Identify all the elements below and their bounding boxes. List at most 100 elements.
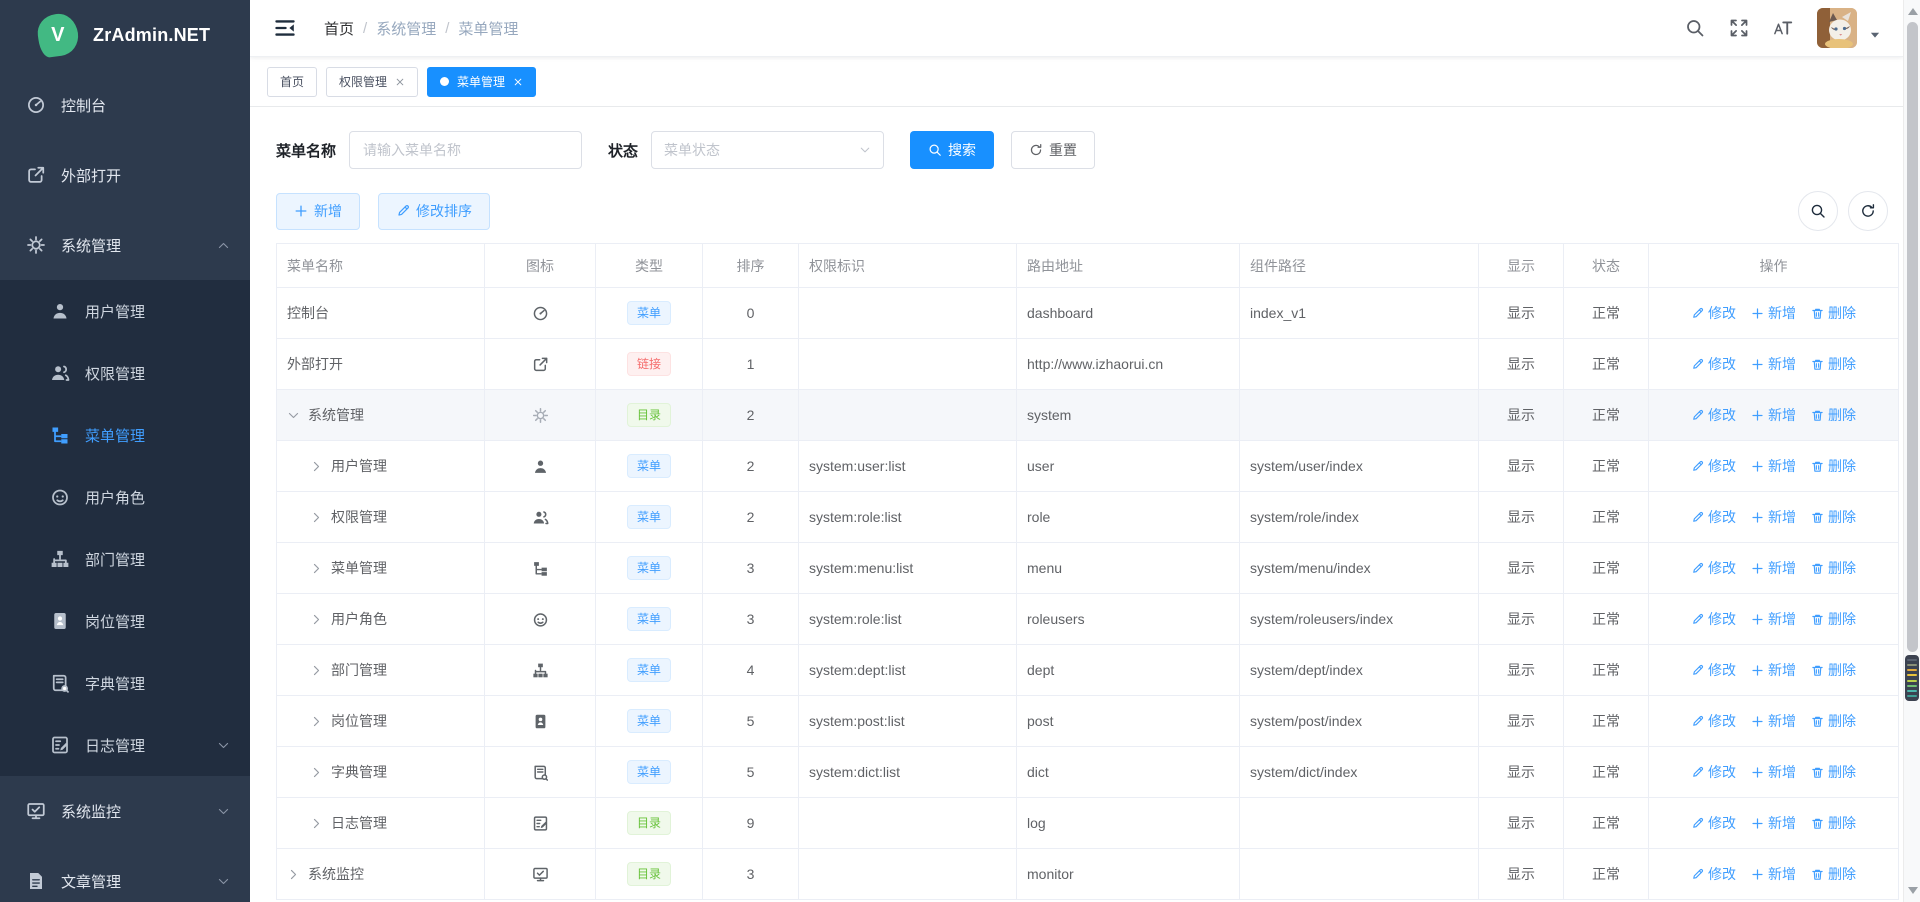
- caret-down-icon[interactable]: [1869, 29, 1881, 41]
- add-action[interactable]: 新增: [1751, 507, 1796, 527]
- sidebar-item-7[interactable]: 部门管理: [0, 528, 250, 590]
- add-action[interactable]: 新增: [1751, 354, 1796, 374]
- sidebar-item-9[interactable]: 字典管理: [0, 652, 250, 714]
- menu-name-input[interactable]: [349, 131, 582, 169]
- edit-action[interactable]: 修改: [1691, 762, 1736, 782]
- refresh-button[interactable]: [1848, 191, 1888, 231]
- delete-action[interactable]: 删除: [1811, 507, 1856, 527]
- table-row[interactable]: 部门管理菜单4system:dept:listdeptsystem/dept/i…: [277, 645, 1899, 696]
- sidebar-item-1[interactable]: 外部打开: [0, 140, 250, 210]
- sidebar-item-10[interactable]: 日志管理: [0, 714, 250, 776]
- table-row[interactable]: 字典管理菜单5system:dict:listdictsystem/dict/i…: [277, 747, 1899, 798]
- add-action[interactable]: 新增: [1751, 456, 1796, 476]
- sidebar-item-2[interactable]: 系统管理: [0, 210, 250, 280]
- delete-action[interactable]: 删除: [1811, 456, 1856, 476]
- delete-action[interactable]: 删除: [1811, 405, 1856, 425]
- edit-action[interactable]: 修改: [1691, 456, 1736, 476]
- edit-action[interactable]: 修改: [1691, 864, 1736, 884]
- edit-action[interactable]: 修改: [1691, 558, 1736, 578]
- expand-right-icon[interactable]: [310, 511, 323, 524]
- tab-菜单管理[interactable]: 菜单管理: [427, 67, 536, 97]
- sidebar-item-3[interactable]: 用户管理: [0, 280, 250, 342]
- sidebar-item-8[interactable]: 岗位管理: [0, 590, 250, 652]
- sidebar-item-4[interactable]: 权限管理: [0, 342, 250, 404]
- add-button[interactable]: 新增: [276, 193, 360, 230]
- table-row[interactable]: 系统管理目录2system显示正常修改新增删除: [277, 390, 1899, 441]
- expand-right-icon[interactable]: [310, 664, 323, 677]
- expand-right-icon[interactable]: [287, 868, 300, 881]
- delete-action[interactable]: 删除: [1811, 609, 1856, 629]
- sidebar-item-12[interactable]: 文章管理: [0, 846, 250, 902]
- tab-close-icon[interactable]: [395, 77, 405, 87]
- table-row[interactable]: 菜单管理菜单3system:menu:listmenusystem/menu/i…: [277, 543, 1899, 594]
- table-row[interactable]: 岗位管理菜单5system:post:listpostsystem/post/i…: [277, 696, 1899, 747]
- status-select[interactable]: 菜单状态: [651, 131, 884, 169]
- add-action[interactable]: 新增: [1751, 609, 1796, 629]
- table-row[interactable]: 日志管理目录9log显示正常修改新增删除: [277, 798, 1899, 849]
- sidebar-item-5[interactable]: 菜单管理: [0, 404, 250, 466]
- scrollbar-thumb[interactable]: [1907, 22, 1918, 652]
- sidebar-item-11[interactable]: 系统监控: [0, 776, 250, 846]
- expand-right-icon[interactable]: [310, 562, 323, 575]
- add-action[interactable]: 新增: [1751, 558, 1796, 578]
- add-action[interactable]: 新增: [1751, 303, 1796, 323]
- expand-down-icon[interactable]: [287, 409, 300, 422]
- edit-action[interactable]: 修改: [1691, 405, 1736, 425]
- edit-action[interactable]: 修改: [1691, 813, 1736, 833]
- tab-label: 菜单管理: [457, 73, 505, 90]
- breadcrumb-item[interactable]: 系统管理: [376, 18, 436, 39]
- search-button[interactable]: 搜索: [910, 131, 994, 169]
- sort-edit-button[interactable]: 修改排序: [378, 193, 490, 230]
- delete-action[interactable]: 删除: [1811, 303, 1856, 323]
- table-row[interactable]: 外部打开链接1http://www.izhaorui.cn显示正常修改新增删除: [277, 339, 1899, 390]
- sidebar-item-6[interactable]: 用户角色: [0, 466, 250, 528]
- expand-right-icon[interactable]: [310, 766, 323, 779]
- expand-right-icon[interactable]: [310, 460, 323, 473]
- search-icon[interactable]: [1685, 18, 1705, 38]
- user-menu[interactable]: [1817, 8, 1881, 48]
- scrollbar-down-arrow[interactable]: [1908, 887, 1918, 894]
- add-action[interactable]: 新增: [1751, 711, 1796, 731]
- reset-button[interactable]: 重置: [1011, 131, 1095, 169]
- delete-action[interactable]: 删除: [1811, 813, 1856, 833]
- fullscreen-icon[interactable]: [1729, 18, 1749, 38]
- add-action[interactable]: 新增: [1751, 864, 1796, 884]
- delete-action[interactable]: 删除: [1811, 711, 1856, 731]
- table-row[interactable]: 用户角色菜单3system:role:listroleuserssystem/r…: [277, 594, 1899, 645]
- delete-action[interactable]: 删除: [1811, 660, 1856, 680]
- edit-action[interactable]: 修改: [1691, 303, 1736, 323]
- table-row[interactable]: 控制台菜单0dashboardindex_v1显示正常修改新增删除: [277, 288, 1899, 339]
- delete-action[interactable]: 删除: [1811, 354, 1856, 374]
- add-action[interactable]: 新增: [1751, 762, 1796, 782]
- edit-action[interactable]: 修改: [1691, 354, 1736, 374]
- edit-action[interactable]: 修改: [1691, 711, 1736, 731]
- toggle-search-button[interactable]: [1798, 191, 1838, 231]
- edit-action[interactable]: 修改: [1691, 507, 1736, 527]
- font-size-icon[interactable]: [1773, 18, 1793, 38]
- edit-action[interactable]: 修改: [1691, 660, 1736, 680]
- expand-right-icon[interactable]: [310, 613, 323, 626]
- breadcrumb-item[interactable]: 首页: [324, 18, 354, 39]
- delete-action[interactable]: 删除: [1811, 558, 1856, 578]
- menu-fold-icon[interactable]: [274, 17, 296, 39]
- dashboard-icon: [26, 95, 46, 115]
- table-row[interactable]: 用户管理菜单2system:user:listusersystem/user/i…: [277, 441, 1899, 492]
- tab-close-icon[interactable]: [513, 77, 523, 87]
- tab-权限管理[interactable]: 权限管理: [326, 67, 418, 97]
- expand-right-icon[interactable]: [310, 715, 323, 728]
- avatar[interactable]: [1817, 8, 1857, 48]
- expand-right-icon[interactable]: [310, 817, 323, 830]
- delete-action[interactable]: 删除: [1811, 864, 1856, 884]
- app-logo[interactable]: V ZrAdmin.NET: [0, 0, 250, 70]
- page-scrollbar[interactable]: [1903, 0, 1920, 902]
- edit-action[interactable]: 修改: [1691, 609, 1736, 629]
- delete-action[interactable]: 删除: [1811, 762, 1856, 782]
- table-row[interactable]: 系统监控目录3monitor显示正常修改新增删除: [277, 849, 1899, 900]
- tab-首页[interactable]: 首页: [267, 67, 317, 97]
- add-action[interactable]: 新增: [1751, 660, 1796, 680]
- scrollbar-up-arrow[interactable]: [1908, 8, 1918, 15]
- add-action[interactable]: 新增: [1751, 405, 1796, 425]
- sidebar-item-0[interactable]: 控制台: [0, 70, 250, 140]
- add-action[interactable]: 新增: [1751, 813, 1796, 833]
- table-row[interactable]: 权限管理菜单2system:role:listrolesystem/role/i…: [277, 492, 1899, 543]
